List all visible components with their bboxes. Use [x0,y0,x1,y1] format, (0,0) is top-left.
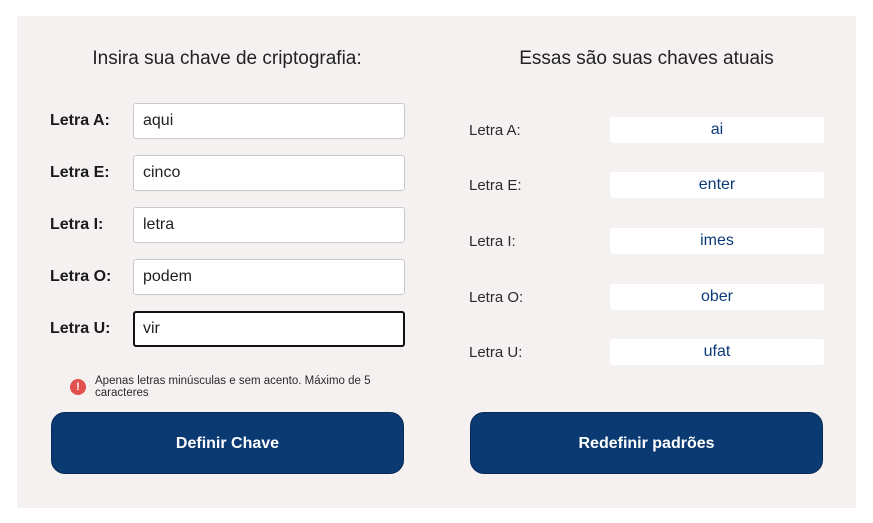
current-key-e-value: enter [610,172,824,198]
current-key-i-label: Letra I: [469,233,516,250]
current-key-u-value: ufat [610,339,824,365]
letter-u-label: Letra U: [50,320,111,337]
error-icon: ! [70,379,86,395]
letter-e-input[interactable] [133,155,405,191]
error-message: Apenas letras minúsculas e sem acento. M… [95,375,371,399]
current-keys-title: Essas são suas chaves atuais [519,48,774,69]
current-key-e-label: Letra E: [469,177,522,194]
letter-u-input[interactable] [133,311,405,347]
letter-e-label: Letra E: [50,164,110,181]
current-key-o-value: ober [610,284,824,310]
current-key-i-value: imes [610,228,824,254]
current-key-u-label: Letra U: [469,344,523,361]
letter-i-label: Letra I: [50,216,104,233]
letter-o-label: Letra O: [50,268,112,285]
letter-i-input[interactable] [133,207,405,243]
letter-a-label: Letra A: [50,112,110,129]
current-key-a-value: ai [610,117,824,143]
letter-o-input[interactable] [133,259,405,295]
reset-defaults-button[interactable]: Redefinir padrões [470,412,823,474]
letter-a-input[interactable] [133,103,405,139]
current-key-a-label: Letra A: [469,122,521,139]
current-key-o-label: Letra O: [469,289,524,306]
define-key-button[interactable]: Definir Chave [51,412,404,474]
encryption-key-title: Insira sua chave de criptografia: [92,48,362,69]
